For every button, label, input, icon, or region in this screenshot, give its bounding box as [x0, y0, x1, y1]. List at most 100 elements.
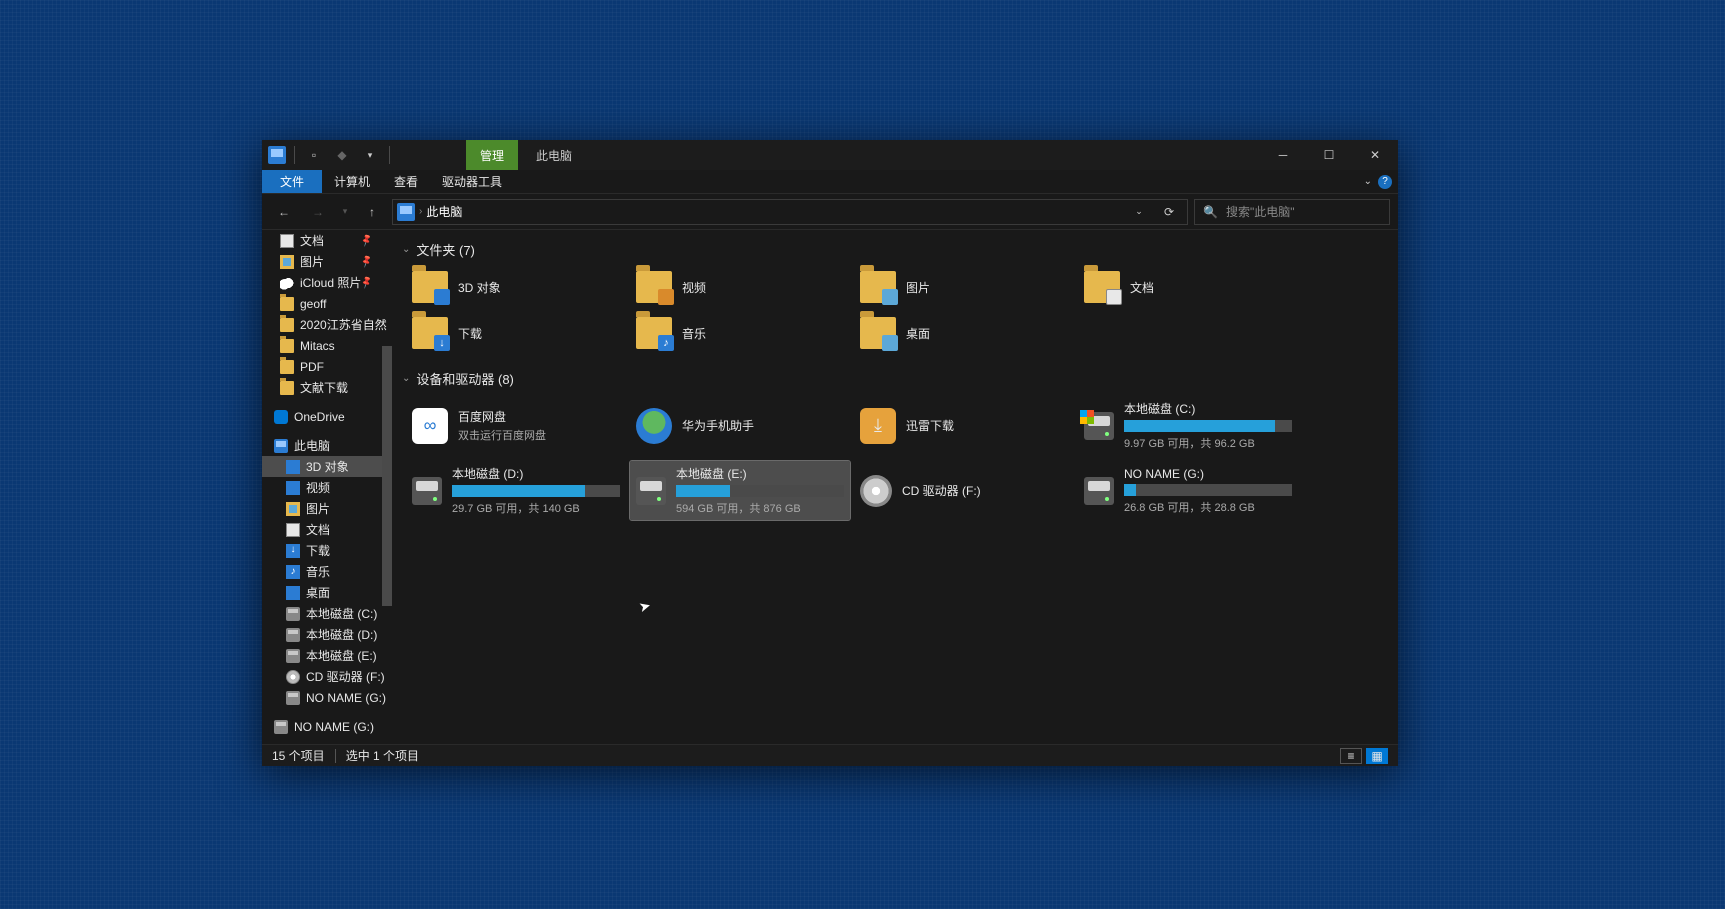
search-box[interactable]: 🔍 搜索"此电脑" [1194, 199, 1390, 225]
chevron-down-icon: ⌄ [402, 373, 410, 384]
folder-item[interactable]: 文档 [1078, 267, 1298, 307]
back-button[interactable]: ← [270, 198, 298, 226]
desk-icon [286, 586, 300, 600]
qat-customize[interactable]: ▾ [359, 144, 381, 166]
sidebar-pc-item[interactable]: 音乐 [262, 561, 392, 582]
cd-drive-item[interactable]: CD 驱动器 (F:) [854, 461, 1074, 520]
sidebar-quick-item[interactable]: 2020江苏省自然 [262, 314, 392, 335]
folder-item[interactable]: 3D 对象 [406, 267, 626, 307]
app-icon [636, 408, 672, 444]
app-icon [268, 146, 286, 164]
sidebar-quick-item[interactable]: PDF [262, 356, 392, 377]
tab-file[interactable]: 文件 [262, 170, 322, 193]
sidebar-removable[interactable]: NO NAME (G:) [262, 716, 392, 737]
sidebar-pc-item[interactable]: 本地磁盘 (D:) [262, 624, 392, 645]
items-view[interactable]: ⌄ 文件夹 (7) 3D 对象视频图片文档下载音乐桌面 ⌄ 设备和驱动器 (8)… [392, 230, 1398, 744]
cd-icon [860, 475, 892, 507]
sidebar-pc-item[interactable]: 文档 [262, 519, 392, 540]
drive-item[interactable]: NO NAME (G:)26.8 GB 可用，共 28.8 GB [1078, 461, 1298, 520]
sidebar-pc-item[interactable]: 桌面 [262, 582, 392, 603]
sidebar-quick-item[interactable]: geoff [262, 293, 392, 314]
3d-badge-icon [434, 289, 450, 305]
pic-badge-icon [882, 289, 898, 305]
drive-item[interactable]: 本地磁盘 (E:)594 GB 可用，共 876 GB [630, 461, 850, 520]
storage-bar [452, 485, 620, 497]
folder-item[interactable]: 桌面 [854, 313, 1074, 353]
sidebar-this-pc[interactable]: 此电脑 [262, 435, 392, 456]
folder-icon [280, 318, 294, 332]
sidebar-scrollbar[interactable] [382, 346, 392, 606]
sidebar-quick-item[interactable]: 图片 [262, 251, 392, 272]
drive-icon [286, 628, 300, 642]
address-location[interactable]: 此电脑 [426, 203, 462, 220]
sidebar-pc-item[interactable]: 本地磁盘 (C:) [262, 603, 392, 624]
chevron-down-icon: ⌄ [402, 244, 410, 255]
windows-logo-icon [1080, 410, 1094, 424]
address-icon [397, 203, 415, 221]
sidebar-pc-item[interactable]: 图片 [262, 498, 392, 519]
tab-computer[interactable]: 计算机 [322, 170, 382, 193]
group-drives[interactable]: ⌄ 设备和驱动器 (8) [398, 365, 1398, 392]
folder-icon [412, 271, 448, 303]
tab-drive-tools[interactable]: 驱动器工具 [430, 170, 514, 193]
folder-icon [280, 360, 294, 374]
group-folders[interactable]: ⌄ 文件夹 (7) [398, 236, 1398, 263]
dl-badge-icon [434, 335, 450, 351]
ribbon-tabs: 文件 计算机 查看 驱动器工具 ⌄ ? [262, 170, 1398, 194]
ribbon-expand-icon[interactable]: ⌄ [1364, 176, 1372, 187]
sidebar-quick-item[interactable]: Mitacs [262, 335, 392, 356]
sidebar-pc-item[interactable]: 视频 [262, 477, 392, 498]
folder-item[interactable]: 视频 [630, 267, 850, 307]
sidebar-quick-item[interactable]: 文档 [262, 230, 392, 251]
qat-properties[interactable]: ▫ [303, 144, 325, 166]
qat-newfolder[interactable]: ◆ [331, 144, 353, 166]
sidebar-quick-item[interactable]: iCloud 照片 [262, 272, 392, 293]
up-button[interactable]: ↑ [358, 198, 386, 226]
address-bar[interactable]: › 此电脑 ⌄ ⟳ [392, 199, 1188, 225]
drive-icon [636, 477, 666, 505]
sidebar-pc-item[interactable]: 本地磁盘 (E:) [262, 645, 392, 666]
folder-icon [636, 271, 672, 303]
chevron-right-icon[interactable]: › [419, 206, 422, 217]
folder-item[interactable]: 下载 [406, 313, 626, 353]
refresh-button[interactable]: ⟳ [1155, 198, 1183, 226]
sidebar-pc-item[interactable]: 下载 [262, 540, 392, 561]
view-details-button[interactable]: ≡ [1340, 748, 1362, 764]
drive-item[interactable]: 本地磁盘 (C:)9.97 GB 可用，共 96.2 GB [1078, 396, 1298, 455]
app-item[interactable]: 华为手机助手 [630, 396, 850, 455]
maximize-button[interactable]: ☐ [1306, 140, 1352, 170]
view-tiles-button[interactable]: ▦ [1366, 748, 1388, 764]
sidebar-pc-item[interactable]: NO NAME (G:) [262, 687, 392, 708]
context-tab-manage[interactable]: 管理 [466, 140, 518, 170]
recent-dropdown[interactable]: ▾ [338, 198, 352, 226]
drive-item[interactable]: 本地磁盘 (D:)29.7 GB 可用，共 140 GB [406, 461, 626, 520]
minimize-button[interactable]: ─ [1260, 140, 1306, 170]
sidebar-onedrive[interactable]: OneDrive [262, 406, 392, 427]
sidebar-pc-item[interactable]: 3D 对象 [262, 456, 392, 477]
navigation-pane[interactable]: 文档图片iCloud 照片geoff2020江苏省自然MitacsPDF文献下载… [262, 230, 392, 744]
sidebar-quick-item[interactable]: 文献下载 [262, 377, 392, 398]
app-item[interactable]: ∞ 百度网盘双击运行百度网盘 [406, 396, 626, 455]
address-history-dropdown[interactable]: ⌄ [1125, 198, 1153, 226]
navigation-bar: ← → ▾ ↑ › 此电脑 ⌄ ⟳ 🔍 搜索"此电脑" [262, 194, 1398, 230]
doc-icon [286, 523, 300, 537]
folder-item[interactable]: 音乐 [630, 313, 850, 353]
pic-icon [286, 502, 300, 516]
cd-icon [286, 670, 300, 684]
mus-badge-icon [658, 335, 674, 351]
tab-view[interactable]: 查看 [382, 170, 430, 193]
sidebar-pc-item[interactable]: CD 驱动器 (F:) [262, 666, 392, 687]
doc-icon [280, 234, 294, 248]
folder-icon [280, 297, 294, 311]
storage-bar [676, 485, 844, 497]
pc-icon [274, 439, 288, 453]
close-button[interactable]: ✕ [1352, 140, 1398, 170]
desk-badge-icon [882, 335, 898, 351]
help-icon[interactable]: ? [1378, 175, 1392, 189]
status-item-count: 15 个项目 [272, 747, 325, 764]
drive-icon [286, 691, 300, 705]
search-placeholder: 搜索"此电脑" [1226, 203, 1295, 220]
folder-item[interactable]: 图片 [854, 267, 1074, 307]
forward-button[interactable]: → [304, 198, 332, 226]
app-item[interactable]: ⤓ 迅雷下载 [854, 396, 1074, 455]
